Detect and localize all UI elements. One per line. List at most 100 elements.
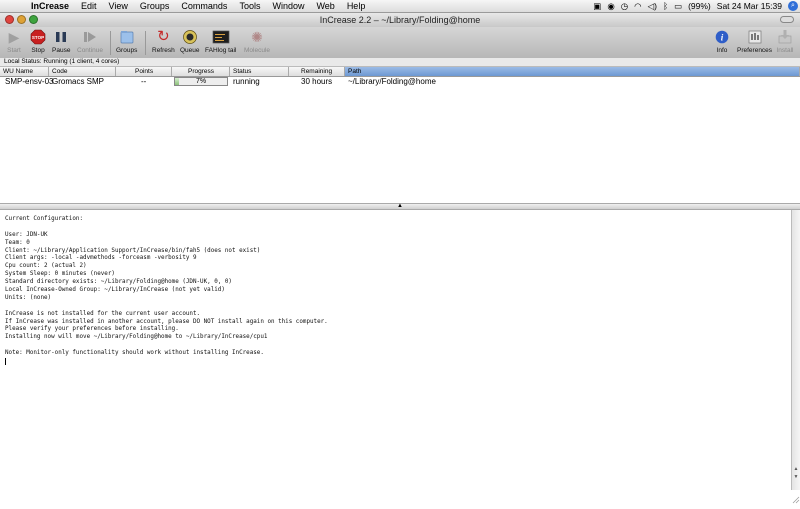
refresh-button[interactable]: ↻ Refresh [152, 28, 175, 54]
apple-menu-icon[interactable] [9, 1, 19, 11]
minimize-icon[interactable] [17, 15, 26, 24]
pause-icon [52, 28, 70, 46]
cell-remaining: 30 hours [301, 77, 333, 86]
column-header-path[interactable]: Path [345, 67, 800, 76]
wifi-icon[interactable]: ◠ [634, 1, 641, 12]
stop-sign-icon: STOP [29, 28, 47, 46]
scroll-down-arrow-icon[interactable]: ▼ [792, 473, 800, 481]
console-line: Installing now will move ~/Library/Foldi… [5, 334, 268, 341]
menu-web[interactable]: Web [310, 0, 340, 12]
menu-groups[interactable]: Groups [134, 0, 176, 12]
preferences-button[interactable]: Preferences [737, 28, 772, 54]
column-header-points[interactable]: Points [116, 67, 172, 76]
console-line: User: JDN-UK [5, 231, 48, 238]
split-view-divider[interactable]: ▲ [0, 203, 800, 210]
console-line: Current Configuration: [5, 216, 84, 222]
install-button[interactable]: Install [776, 28, 794, 54]
console-line: Units: (none) [5, 294, 52, 301]
console-output[interactable]: Current Configuration: User: JDN-UK Team: … [0, 210, 791, 490]
column-header-status[interactable]: Status [230, 67, 289, 76]
cell-path: ~/Library/Folding@home [348, 77, 436, 86]
spotlight-icon[interactable]: ⌕ [788, 1, 798, 11]
console-line: Please verify your preferences before in… [5, 326, 179, 333]
column-header-remaining[interactable]: Remaining [289, 67, 345, 76]
local-status: Local Status: Running (1 client, 4 cores… [0, 58, 800, 67]
volume-icon[interactable]: ◁) [648, 1, 657, 12]
toolbar: ▶ Start STOP Stop Pause Continue Groups … [0, 27, 800, 59]
install-icon [776, 28, 794, 46]
resize-grip-icon[interactable] [791, 491, 800, 504]
menu-view[interactable]: View [103, 0, 134, 12]
console-line: Local InCrease-Owned Group: ~/Library/In… [5, 287, 225, 294]
play-icon: ▶ [8, 29, 20, 45]
column-header-code[interactable]: Code [49, 67, 116, 76]
sync-icon[interactable]: ◉ [607, 1, 614, 12]
continue-button[interactable]: Continue [77, 28, 103, 54]
menu-tools[interactable]: Tools [233, 0, 266, 12]
table-row[interactable]: SMP-ensv-03 Gromacs SMP -- 7% running 30… [0, 76, 800, 87]
scroll-up-arrow-icon[interactable]: ▲ [792, 465, 800, 473]
progress-label: 7% [195, 78, 207, 85]
folder-icon [118, 28, 136, 46]
queue-icon [181, 28, 199, 46]
battery-percent[interactable]: (99%) [688, 1, 711, 11]
console-line: Standard directory exists: ~/Library/Fol… [5, 279, 232, 286]
start-button[interactable]: ▶ Start [5, 28, 23, 54]
toolbar-separator [110, 31, 111, 55]
pause-button[interactable]: Pause [52, 28, 70, 54]
cell-wu-name: SMP-ensv-03 [5, 77, 54, 86]
menu-extras: ▣ ◉ ◷ ◠ ◁) ᛒ ▭ (99%) Sat 24 Mar 15:39 ⌕ [587, 0, 798, 12]
svg-text:STOP: STOP [32, 35, 44, 40]
window-titlebar[interactable]: InCrease 2.2 – ~/Library/Folding@home [0, 13, 800, 27]
bluetooth-icon[interactable]: ᛒ [663, 1, 668, 11]
groups-button[interactable]: Groups [116, 28, 137, 54]
clock[interactable]: Sat 24 Mar 15:39 [717, 1, 782, 11]
console-scrollbar[interactable]: ▲ ▼ [791, 210, 800, 490]
molecule-button[interactable]: ✺ Molecule [244, 28, 270, 54]
timemachine-icon[interactable]: ◷ [621, 1, 628, 12]
zoom-icon[interactable] [29, 15, 38, 24]
fahlog-tail-button[interactable]: FAHlog tail [205, 28, 236, 54]
menu-edit[interactable]: Edit [75, 0, 103, 12]
cell-status: running [233, 77, 260, 86]
cell-points: -- [141, 77, 147, 86]
progress-bar: 7% [174, 77, 228, 86]
menu-app[interactable]: InCrease [25, 0, 75, 12]
continue-icon [81, 28, 99, 46]
molecule-icon: ✺ [251, 29, 263, 45]
battery-icon[interactable]: ▭ [674, 1, 682, 12]
menu-window[interactable]: Window [266, 0, 310, 12]
column-header-wu-name[interactable]: WU Name [0, 67, 49, 76]
info-icon: i [713, 28, 731, 46]
toolbar-separator [145, 31, 146, 55]
console-line: Client args: -local -advmethods -forceas… [5, 255, 197, 262]
text-cursor [5, 358, 6, 366]
console-line: Cpu count: 2 (actual 2) [5, 263, 87, 270]
menu-commands[interactable]: Commands [175, 0, 233, 12]
toolbar-toggle-button[interactable] [780, 16, 794, 23]
log-terminal-icon [212, 28, 230, 46]
flag-icon[interactable]: ▣ [593, 1, 601, 12]
column-header-progress[interactable]: Progress [172, 67, 230, 76]
divider-grip-icon: ▲ [397, 203, 403, 209]
console-line: Team: 0 [5, 239, 30, 246]
menu-help[interactable]: Help [341, 0, 372, 12]
info-button[interactable]: i Info [713, 28, 731, 54]
stop-button[interactable]: STOP Stop [29, 28, 47, 54]
close-icon[interactable] [5, 15, 14, 24]
cell-code: Gromacs SMP [52, 77, 105, 86]
console-line: Client: ~/Library/Application Support/In… [5, 247, 261, 254]
queue-button[interactable]: Queue [180, 28, 200, 54]
console-line: InCrease is not installed for the curren… [5, 310, 201, 317]
window-controls [5, 15, 38, 24]
console-line: System Sleep: 0 minutes (never) [5, 271, 115, 278]
menu-bar: InCrease Edit View Groups Commands Tools… [0, 0, 800, 13]
console-line: Note: Monitor-only functionality should … [5, 350, 264, 357]
preferences-icon [746, 28, 764, 46]
console-line: If InCrease was installed in another acc… [5, 318, 328, 325]
window-title: InCrease 2.2 – ~/Library/Folding@home [319, 15, 481, 25]
refresh-icon: ↻ [157, 28, 170, 45]
